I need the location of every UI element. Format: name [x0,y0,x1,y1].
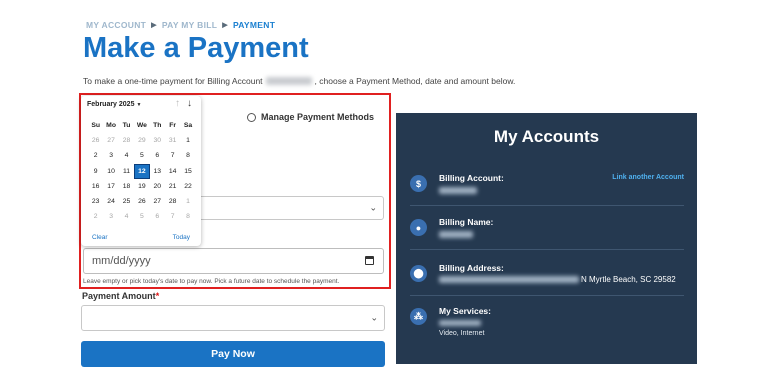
calendar-day[interactable]: 14 [165,164,180,179]
weekday-header: Su [91,122,101,130]
calendar-day[interactable]: 20 [150,179,165,194]
calendar-day[interactable]: 5 [134,148,149,163]
billing-address-value: N Myrtle Beach, SC 29582 [439,275,676,284]
divider [410,249,684,250]
page-title: Make a Payment [83,32,309,64]
calendar-day[interactable]: 4 [119,209,134,224]
calendar-day[interactable]: 30 [150,133,165,148]
calendar-day[interactable]: 24 [103,194,118,209]
calendar-day[interactable]: 18 [119,179,134,194]
calendar-day[interactable]: 10 [103,164,118,179]
calendar-day[interactable]: 6 [150,148,165,163]
required-mark: * [155,291,160,301]
caret-down-icon: ▼ [136,102,142,108]
arrow-up-icon[interactable]: ↑ [175,98,180,109]
services-value: Video, Internet [439,330,485,337]
calendar-day[interactable]: 1 [180,194,195,209]
weekday-header: Mo [106,122,116,130]
panel-title: My Accounts [493,127,600,146]
billing-account-label: Billing Account: [439,173,504,183]
calendar-day[interactable]: 1 [180,133,195,148]
weekday-header: Th [153,122,162,130]
calendar-day[interactable]: 21 [165,179,180,194]
breadcrumb: MY ACCOUNT ▶ PAY MY BILL ▶ PAYMENT [86,20,275,30]
weekday-header: Fr [169,122,177,130]
calendar-day[interactable]: 28 [119,133,134,148]
services-redacted [439,320,481,328]
calendar-day[interactable]: 7 [165,148,180,163]
location-pin-icon: ⬤ [410,265,427,282]
payment-amount-select[interactable]: ⌄ [81,305,385,331]
breadcrumb-payment: PAYMENT [232,20,276,30]
billing-address-city: N Myrtle Beach, SC 29582 [581,275,676,284]
billing-address-label: Billing Address: [439,263,504,273]
calendar-day[interactable]: 6 [150,209,165,224]
calendar-clear-button[interactable]: Clear [92,234,108,241]
calendar-day[interactable]: 13 [150,164,165,179]
weekday-header: We [136,122,147,130]
month-selector[interactable]: February 2025 ▼ [87,101,141,108]
my-accounts-panel: My Accounts $ Billing Account: Link anot… [396,113,697,364]
billing-account-value [439,187,477,196]
chevron-down-icon: ⌄ [370,312,378,323]
calendar-day[interactable]: 8 [180,209,195,224]
payment-amount-label: Payment Amount* [82,291,159,301]
chevron-right-icon: ▶ [151,22,157,29]
calendar-day[interactable]: 12 [134,163,150,179]
calendar-day[interactable]: 31 [165,133,180,148]
calendar-grid: Su Mo Tu We Th Fr Sa 26 27 28 29 30 31 1 2 3 4 5 6 7 8 9 10 11 1… [88,118,196,224]
calendar-day[interactable]: 5 [134,209,149,224]
date-picker-popup: February 2025 ▼ ↑ ↓ Su Mo Tu We Th Fr Sa 26 27 28… [81,96,201,246]
divider [410,205,684,206]
calendar-day[interactable]: 26 [134,194,149,209]
calendar-day[interactable]: 3 [103,148,118,163]
user-icon: ● [410,219,427,236]
calendar-day[interactable]: 9 [88,164,103,179]
subtitle-text-end: , choose a Payment Method, date and amou… [314,76,516,86]
calendar-day[interactable]: 4 [119,148,134,163]
dollar-icon: $ [410,175,427,192]
calendar-day[interactable]: 27 [103,133,118,148]
breadcrumb-pay-my-bill[interactable]: PAY MY BILL [162,20,217,30]
calendar-day[interactable]: 2 [88,209,103,224]
calendar-day[interactable]: 27 [150,194,165,209]
calendar-day[interactable]: 8 [180,148,195,163]
pay-now-button[interactable]: Pay Now [81,341,385,367]
chevron-right-icon: ▶ [222,22,228,29]
page-subtitle: To make a one-time payment for Billing A… [83,76,515,86]
calendar-day[interactable]: 29 [134,133,149,148]
breadcrumb-my-account[interactable]: MY ACCOUNT [86,20,146,30]
month-label: February 2025 [87,101,135,108]
redacted-account-number [265,77,312,85]
calendar-day[interactable]: 28 [165,194,180,209]
calendar-day[interactable]: 23 [88,194,103,209]
weekday-header: Tu [122,122,131,130]
billing-name-value [439,231,473,240]
arrow-down-icon[interactable]: ↓ [187,98,192,109]
calendar-day[interactable]: 2 [88,148,103,163]
calendar-day[interactable]: 3 [103,209,118,224]
calendar-day[interactable]: 25 [119,194,134,209]
calendar-today-button[interactable]: Today [173,234,190,241]
calendar-day[interactable]: 7 [165,209,180,224]
calendar-day[interactable]: 17 [103,179,118,194]
link-another-account[interactable]: Link another Account [612,174,684,181]
calendar-day[interactable]: 19 [134,179,149,194]
payment-amount-label-text: Payment Amount [82,291,156,301]
calendar-day[interactable]: 15 [180,164,195,179]
weekday-header: Sa [183,122,193,130]
calendar-day[interactable]: 16 [88,179,103,194]
calendar-day[interactable]: 11 [119,164,134,179]
calendar-day[interactable]: 22 [180,179,195,194]
divider [410,295,684,296]
services-label: My Services: [439,306,491,316]
subtitle-text: To make a one-time payment for Billing A… [83,76,263,86]
billing-name-label: Billing Name: [439,217,494,227]
services-icon: ⁂ [410,308,427,325]
calendar-day[interactable]: 26 [88,133,103,148]
